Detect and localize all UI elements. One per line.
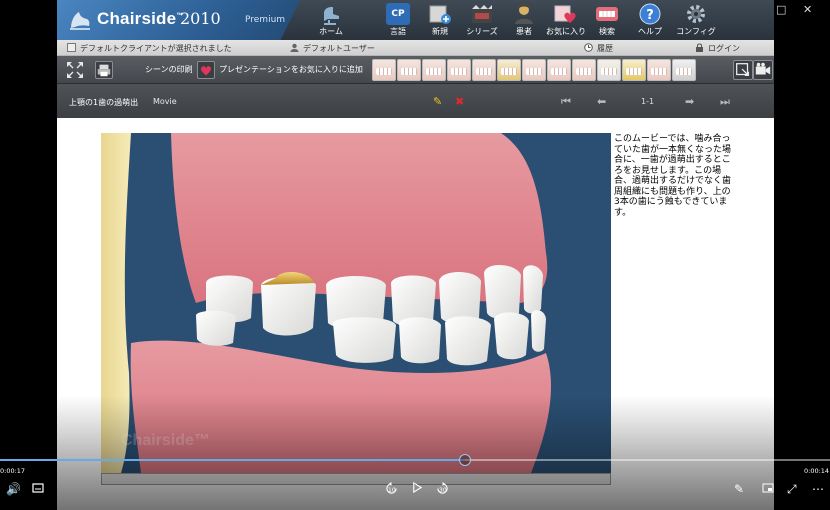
login-button[interactable]: ログイン (695, 43, 740, 54)
scene-thumbnail-13[interactable] (672, 59, 696, 81)
main-toolbar: Chairside™ 2010 Premium ホーム CP 言語 新規 シリー… (57, 0, 774, 40)
volume-icon[interactable]: 🔊 (6, 482, 21, 496)
miniplayer-icon[interactable] (762, 482, 774, 497)
more-options-icon[interactable]: ⋯ (812, 482, 824, 496)
help-button[interactable]: ? ヘルプ (624, 2, 676, 40)
next-page-icon[interactable]: ➡ (685, 95, 694, 108)
brand-edition: Premium (245, 15, 286, 25)
brand-area: Chairside™ 2010 Premium (57, 0, 300, 40)
favorites-icon (554, 5, 576, 23)
close-icon[interactable]: ✖ (455, 95, 464, 108)
pencil-icon[interactable]: ✎ (433, 95, 442, 108)
user-status-text: デフォルトユーザー (303, 44, 375, 53)
presentation-title: 上顎の1歯の過萌出 (69, 98, 139, 107)
remaining-time: 0:00:14 (804, 467, 830, 475)
printer-icon (97, 64, 111, 77)
svg-text:?: ? (646, 8, 654, 23)
clock-icon (584, 43, 593, 52)
series-icon (472, 5, 492, 23)
client-icon (67, 43, 76, 52)
scene-thumbnail-5[interactable] (472, 59, 496, 81)
lock-icon (696, 43, 703, 52)
status-bar: デフォルトクライアントが選択されました デフォルトユーザー 履歴 ログイン (57, 40, 774, 56)
scene-thumbnail-6[interactable] (497, 59, 521, 81)
patient-icon (515, 5, 533, 24)
scene-thumbnail-10[interactable] (597, 59, 621, 81)
heart-icon (200, 66, 212, 76)
help-label: ヘルプ (638, 27, 662, 36)
player-seek-fill (0, 459, 465, 461)
scene-thumbnail-12[interactable] (647, 59, 671, 81)
client-status[interactable]: デフォルトクライアントが選択されました (67, 43, 232, 54)
window-mode-button[interactable] (733, 60, 753, 80)
elapsed-time: 0:00:17 (0, 467, 26, 475)
home-chair-icon (324, 7, 339, 25)
presentation-title-bar: 上顎の1歯の過萌出 Movie ✎ ✖ ⏮ ⬅ 1-1 ➡ ⏭ (57, 84, 774, 118)
new-icon (429, 5, 451, 24)
camera-icon (755, 62, 771, 75)
skip-back-button[interactable]: 10 (385, 482, 406, 498)
scene-thumbnail-3[interactable] (422, 59, 446, 81)
print-scene-button[interactable]: シーンの印刷 (145, 64, 193, 75)
user-status[interactable]: デフォルトユーザー (290, 43, 375, 54)
chairside-logo-icon (70, 12, 90, 30)
brand-year: 2010 (180, 9, 221, 28)
scene-thumbnail-11[interactable] (622, 59, 646, 81)
skip-forward-label: 30 (439, 487, 447, 494)
scene-thumbnail-4[interactable] (447, 59, 471, 81)
scene-thumbnail-2[interactable] (397, 59, 421, 81)
player-seek-track[interactable] (0, 459, 830, 461)
config-label: コンフィグ (676, 27, 716, 36)
skip-back-label: 10 (388, 487, 396, 494)
last-page-icon[interactable]: ⏭ (720, 95, 730, 109)
presentation-kind: Movie (153, 97, 177, 106)
scene-thumbnail-1[interactable] (372, 59, 396, 81)
history-button[interactable]: 履歴 (584, 43, 613, 54)
config-button[interactable]: コンフィグ (670, 2, 722, 40)
help-icon: ? (639, 3, 661, 25)
resize-icon (736, 63, 750, 77)
history-label: 履歴 (597, 44, 613, 53)
captions-icon[interactable] (32, 482, 44, 497)
add-favorite-icon-button[interactable] (197, 61, 215, 79)
language-icon: CP (386, 3, 410, 25)
scene-thumbnail-7[interactable] (522, 59, 546, 81)
edit-icon[interactable]: ✎ (734, 482, 744, 496)
scene-thumbnail-9[interactable] (572, 59, 596, 81)
login-label: ログイン (708, 44, 740, 53)
expand-arrows-icon (67, 62, 83, 78)
window-restore-button[interactable]: □ (776, 3, 786, 16)
first-page-icon[interactable]: ⏮ (561, 95, 571, 109)
page-indicator: 1-1 (641, 97, 655, 106)
home-button[interactable]: ホーム (305, 2, 357, 40)
brand-name: Chairside™ (97, 9, 184, 28)
window-close-button[interactable]: ✕ (803, 3, 812, 16)
movie-mode-button[interactable] (753, 60, 773, 80)
home-label: ホーム (319, 27, 343, 36)
movie-description: このムービーでは、噛み合っていた歯が一本無くなった場合に、一歯が過萌出するところ… (614, 134, 732, 218)
search-teeth-icon (596, 7, 618, 21)
presentation-toolbar: シーンの印刷 プレゼンテーションをお気に入りに追加 (57, 56, 774, 84)
skip-forward-button[interactable]: 30 (436, 482, 457, 498)
print-scene-icon-button[interactable] (95, 61, 113, 79)
user-icon (290, 43, 299, 52)
play-button[interactable] (411, 481, 423, 496)
player-seek-thumb[interactable] (458, 454, 471, 466)
config-gear-icon (687, 5, 705, 23)
play-icon (413, 481, 423, 494)
fullscreen-toggle-button[interactable] (65, 60, 85, 80)
client-status-text: デフォルトクライアントが選択されました (80, 44, 232, 53)
screen: ‒ □ ✕ Chairside™ 2010 Premium ホーム (0, 0, 830, 510)
previous-page-icon[interactable]: ⬅ (597, 95, 606, 108)
fullscreen-icon[interactable]: ⤢ (787, 482, 797, 497)
scene-thumbnail-8[interactable] (547, 59, 571, 81)
add-favorite-button[interactable]: プレゼンテーションをお気に入りに追加 (219, 64, 363, 75)
